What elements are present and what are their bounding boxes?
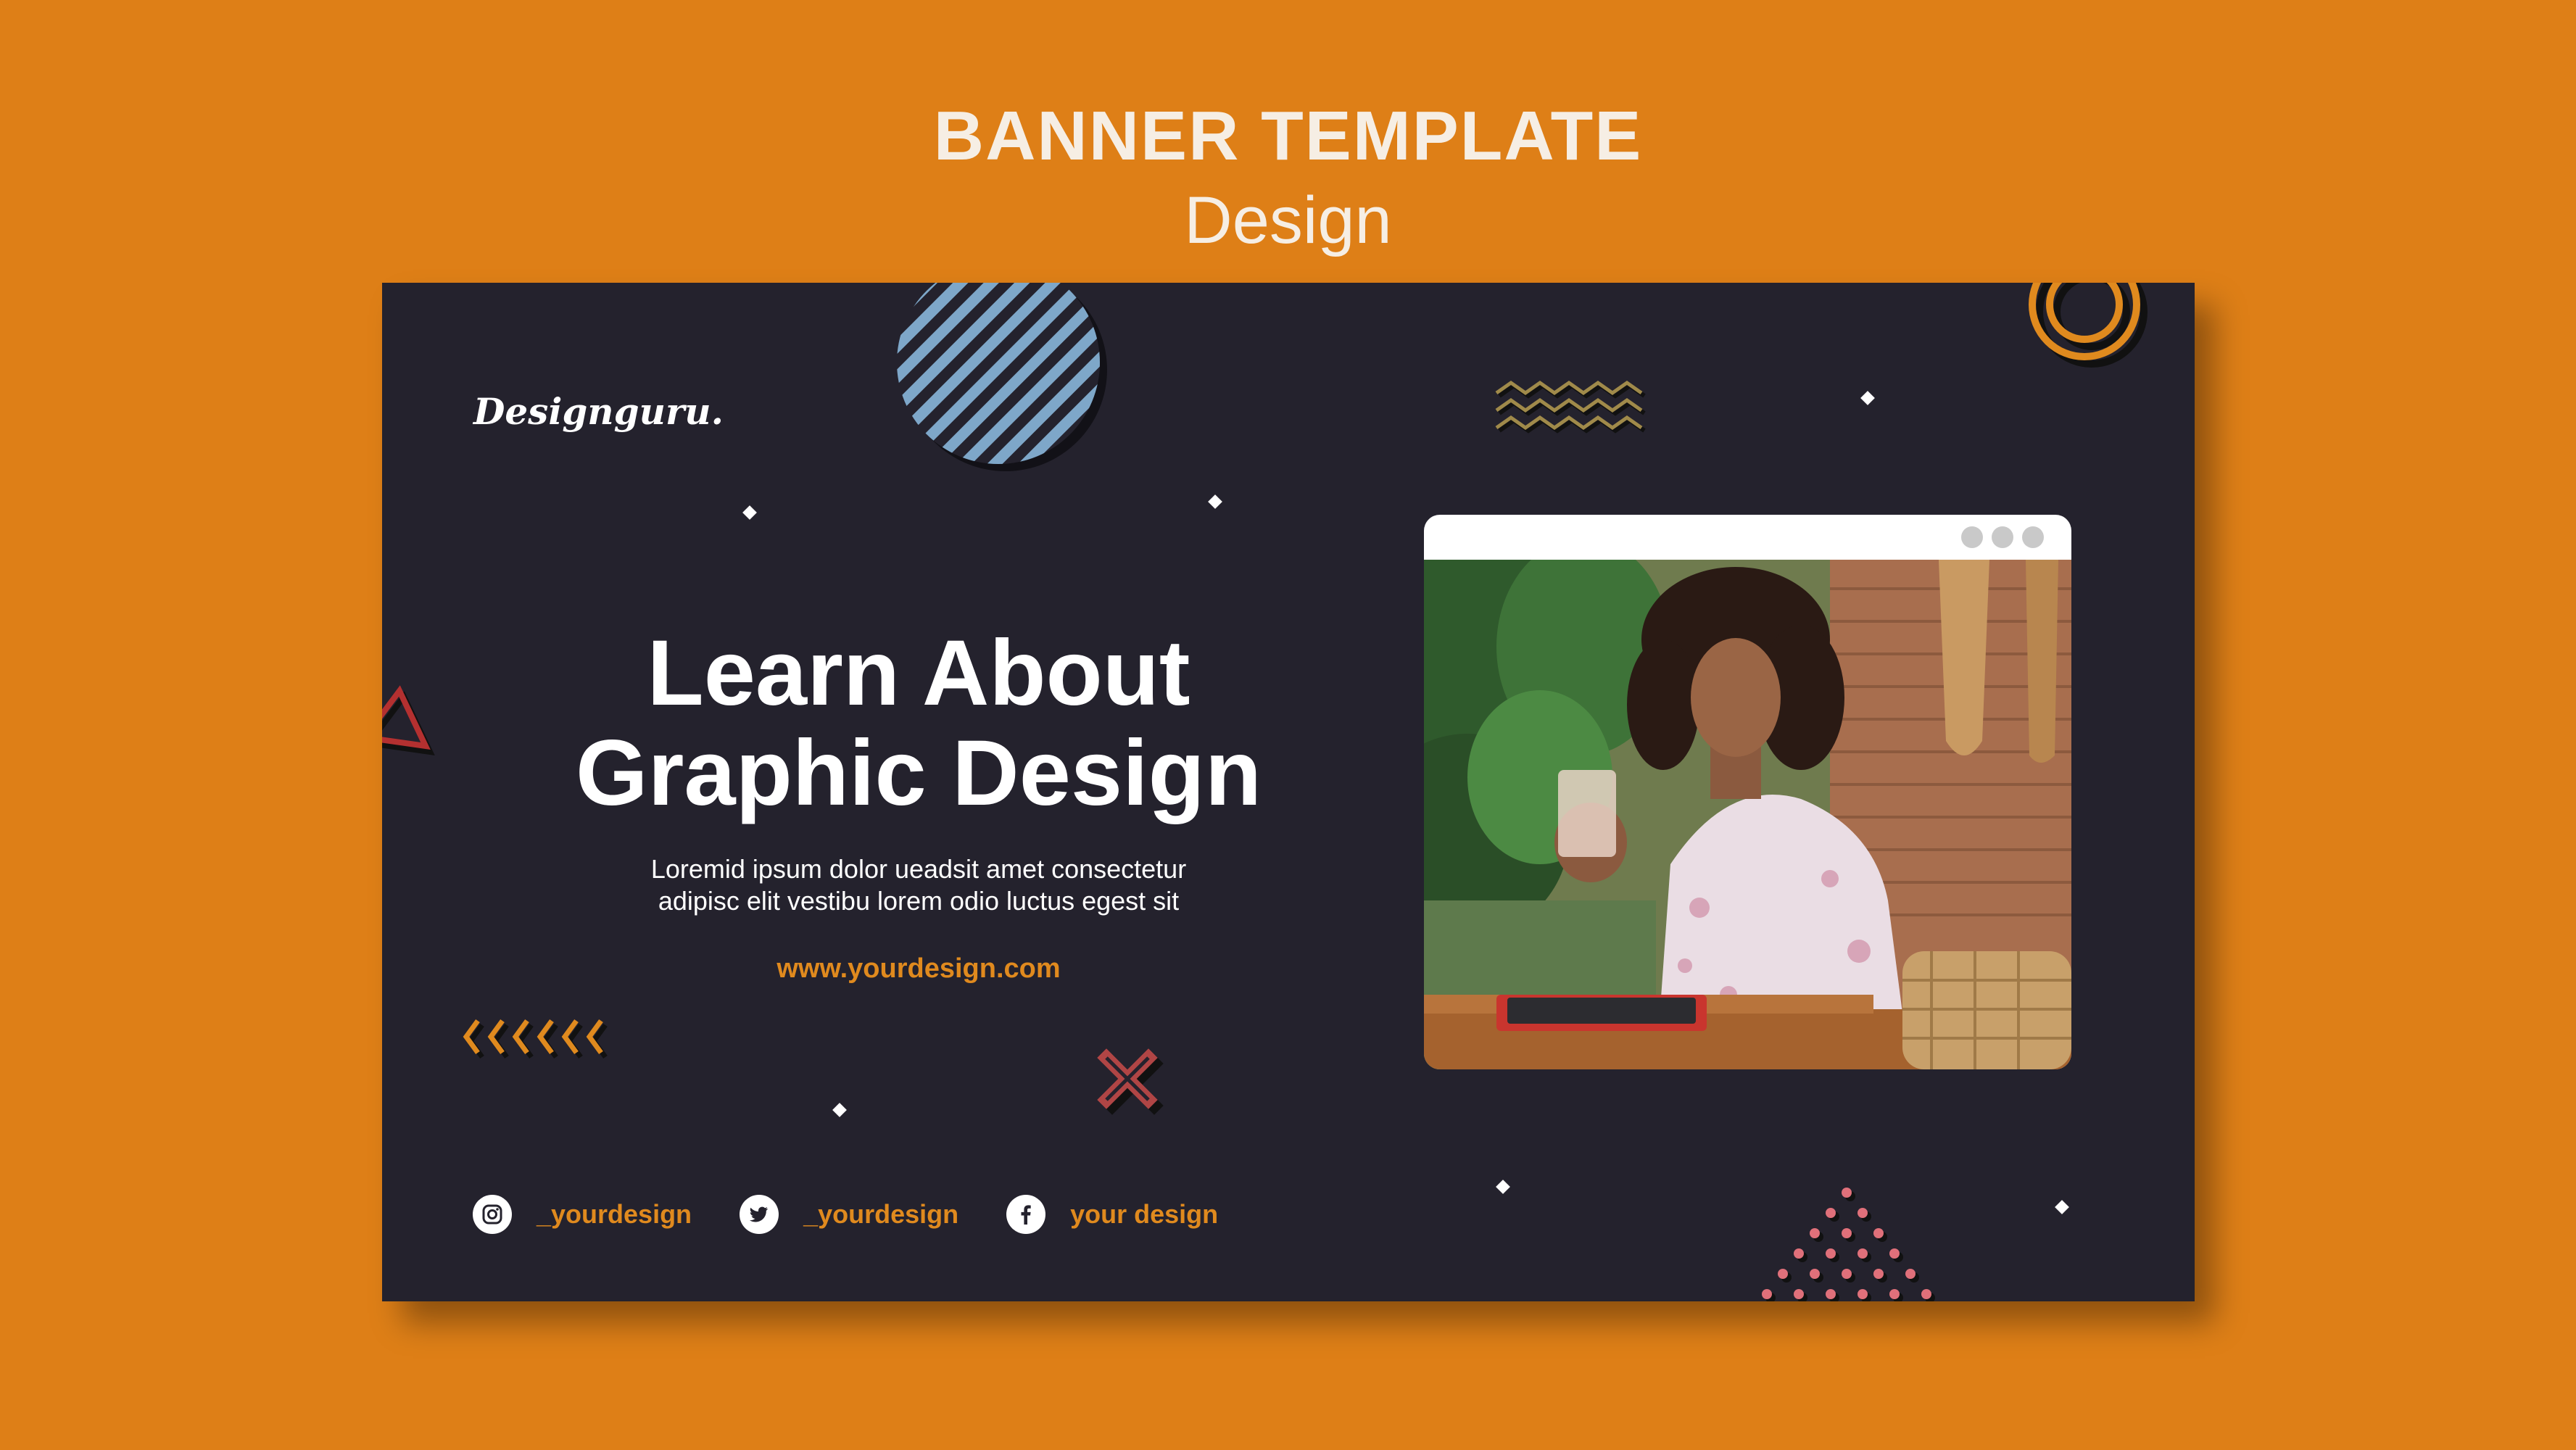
social-twitter[interactable]: _yourdesign: [740, 1195, 958, 1234]
body-line-2: adipisc elit vestibu lorem odio luctus e…: [658, 886, 1180, 916]
window-controls: [1952, 526, 2044, 548]
facebook-icon: [1006, 1195, 1046, 1234]
dot: [1826, 1208, 1836, 1218]
dot: [1873, 1228, 1884, 1238]
dot: [1778, 1269, 1788, 1279]
dot: [1794, 1289, 1804, 1299]
facebook-handle: your design: [1070, 1199, 1219, 1229]
twitter-icon: [740, 1195, 779, 1234]
instagram-handle: _yourdesign: [537, 1199, 692, 1229]
dot-pattern-decoration: [1762, 1188, 1935, 1301]
dot: [1826, 1248, 1836, 1259]
social-links: _yourdesign _yourdesign your design: [473, 1193, 1266, 1236]
cross-decoration: [1097, 1048, 1164, 1115]
twitter-handle: _yourdesign: [803, 1199, 959, 1229]
triangle-decoration: [382, 685, 435, 756]
headline-line-1: Learn About: [647, 621, 1190, 725]
dot: [1842, 1269, 1852, 1279]
dot: [1810, 1269, 1820, 1279]
social-facebook[interactable]: your design: [1006, 1195, 1218, 1234]
dot: [1889, 1289, 1900, 1299]
header-title: BANNER TEMPLATE: [933, 97, 1643, 175]
headline: Learn About Graphic Design: [455, 624, 1383, 824]
dot: [1921, 1289, 1931, 1299]
dot: [1858, 1208, 1868, 1218]
dot: [1889, 1248, 1900, 1259]
window-dot: [1992, 526, 2013, 548]
body-line-1: Loremid ipsum dolor ueadsit amet consect…: [650, 854, 1187, 884]
headline-line-2: Graphic Design: [576, 721, 1262, 825]
dot: [1794, 1248, 1804, 1259]
social-instagram[interactable]: _yourdesign: [473, 1195, 692, 1234]
website-link[interactable]: www.yourdesign.com: [527, 953, 1310, 985]
woman-holding-glass-photo: [1424, 560, 2071, 1069]
dot: [1873, 1269, 1884, 1279]
chevrons-decoration: [463, 1019, 608, 1059]
dot: [1762, 1289, 1772, 1299]
window-dot: [2022, 526, 2044, 548]
dot: [1858, 1289, 1868, 1299]
dot: [1905, 1269, 1916, 1279]
dot: [1826, 1289, 1836, 1299]
browser-window: [1424, 515, 2071, 1069]
window-dot: [1961, 526, 1983, 548]
brand-logo: Designguru.: [473, 390, 724, 433]
instagram-icon: [473, 1195, 512, 1234]
dot: [1842, 1228, 1852, 1238]
body-text: Loremid ipsum dolor ueadsit amet consect…: [527, 853, 1310, 917]
header-subtitle: Design: [1184, 183, 1392, 257]
banner: Designguru. Learn About Graphic Design L…: [382, 283, 2195, 1301]
dot: [1842, 1188, 1852, 1198]
dot: [1858, 1248, 1868, 1259]
dot: [1810, 1228, 1820, 1238]
